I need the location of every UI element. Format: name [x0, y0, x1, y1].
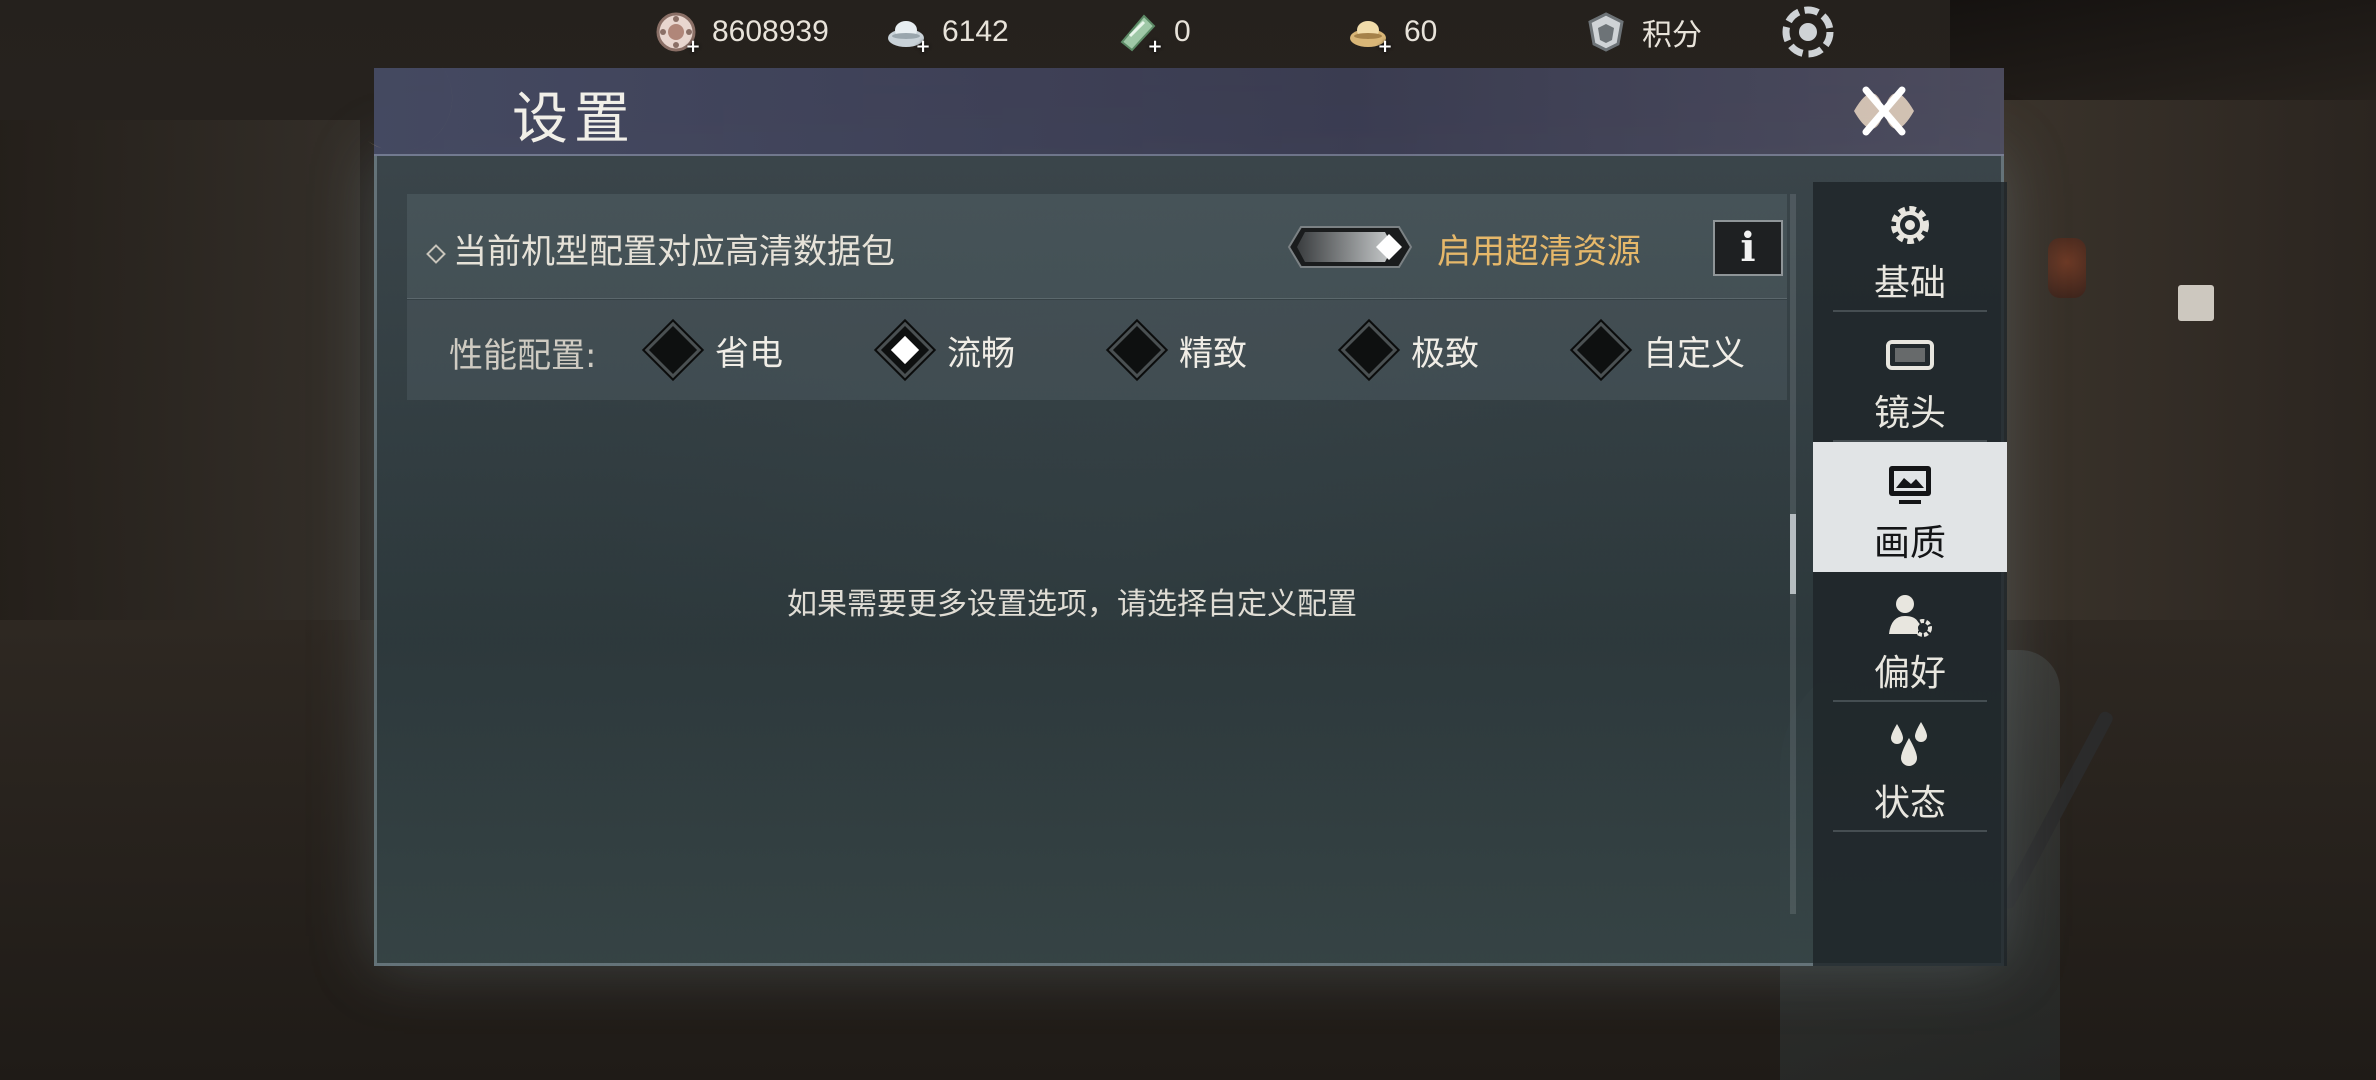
- crescent-moon-icon: [324, 28, 474, 178]
- currency-jade[interactable]: + 0: [1116, 8, 1191, 56]
- currency-gold[interactable]: + 60: [1346, 8, 1437, 56]
- perf-option-label: 精致: [1179, 333, 1247, 374]
- page-title: 设置: [512, 87, 636, 152]
- custom-hint-text: 如果需要更多设置选项，请选择自定义配置: [787, 587, 1357, 622]
- scroll-thumb[interactable]: [1790, 514, 1796, 594]
- panel-header: 设置: [364, 58, 2004, 156]
- hd-package-row: 当前机型配置对应高清数据包 启用超清资源 i: [407, 194, 1787, 299]
- silver-value: 6142: [942, 15, 1009, 48]
- radio-diamond-icon: [1572, 321, 1630, 379]
- bg-sign: [2178, 285, 2214, 321]
- perf-option-label: 极致: [1411, 333, 1479, 374]
- perf-option-custom[interactable]: 自定义: [1572, 320, 1745, 380]
- coin-icon: +: [654, 10, 701, 56]
- tab-basic[interactable]: 基础: [1813, 182, 2007, 312]
- currency-silver[interactable]: + 6142: [884, 8, 1009, 56]
- graphics-settings-content: 当前机型配置对应高清数据包 启用超清资源 i 性能配置: 省电 流畅 精致 极致…: [407, 194, 1787, 954]
- plus-icon: +: [1147, 36, 1163, 57]
- jade-ticket-icon: +: [1116, 10, 1163, 56]
- bg-wall-right: [2000, 100, 2376, 620]
- silver-ingot-icon: +: [884, 10, 931, 56]
- gear-emblem-button[interactable]: [1780, 6, 1836, 58]
- perf-option-power-saving[interactable]: 省电: [644, 320, 783, 380]
- perf-option-label: 省电: [715, 333, 783, 374]
- hd-resource-label: 启用超清资源: [1437, 232, 1641, 272]
- close-button[interactable]: [1814, 66, 1954, 156]
- currency-coins[interactable]: + 8608939: [654, 8, 829, 56]
- bullet-icon: [426, 243, 446, 264]
- gear-icon: [1885, 200, 1935, 250]
- droplets-icon: [1885, 720, 1935, 770]
- settings-panel: 当前机型配置对应高清数据包 启用超清资源 i 性能配置: 省电 流畅 精致 极致…: [364, 58, 2007, 966]
- tab-label: 基础: [1873, 263, 1946, 304]
- monitor-icon: [1885, 460, 1935, 510]
- game-background: + 8608939 + 6142 + 0 + 60 积分 当前机型配置对应高清数…: [0, 0, 2376, 1080]
- tab-status[interactable]: 状态: [1813, 702, 2007, 832]
- gold-value: 60: [1404, 15, 1438, 48]
- tab-label: 镜头: [1873, 393, 1946, 434]
- radio-diamond-icon: [1108, 321, 1166, 379]
- shield-points-icon: [1584, 10, 1628, 54]
- info-button[interactable]: i: [1713, 220, 1783, 276]
- tab-label: 画质: [1873, 523, 1946, 564]
- radio-diamond-icon: [1340, 321, 1398, 379]
- tab-divider: [1833, 830, 1987, 832]
- performance-label: 性能配置:: [449, 336, 597, 376]
- tab-label: 状态: [1873, 783, 1946, 824]
- emblem-icon: [1780, 4, 1836, 60]
- bg-wall-left: [0, 120, 360, 680]
- points-label: 积分: [1642, 19, 1702, 52]
- perf-option-ultimate[interactable]: 极致: [1340, 320, 1479, 380]
- bg-lantern: [2048, 238, 2086, 298]
- close-icon: [1854, 86, 1914, 136]
- tab-graphics[interactable]: 画质: [1813, 442, 2007, 572]
- tab-camera[interactable]: 镜头: [1813, 312, 2007, 442]
- points-button[interactable]: 积分: [1584, 8, 1702, 56]
- jade-value: 0: [1174, 15, 1191, 48]
- perf-option-refined[interactable]: 精致: [1108, 320, 1247, 380]
- gold-ingot-icon: +: [1346, 10, 1393, 56]
- tab-label: 偏好: [1873, 653, 1946, 694]
- panel-body: 当前机型配置对应高清数据包 启用超清资源 i 性能配置: 省电 流畅 精致 极致…: [374, 154, 2007, 966]
- hd-resource-toggle[interactable]: [1287, 224, 1413, 270]
- tab-preferences[interactable]: 偏好: [1813, 572, 2007, 702]
- radio-diamond-selected-icon: [876, 321, 934, 379]
- user-settings-icon: [1885, 590, 1935, 640]
- performance-row: 性能配置: 省电 流畅 精致 极致 自定义: [407, 300, 1787, 400]
- plus-icon: +: [1377, 36, 1393, 57]
- settings-nav: 基础 镜头 画质 偏好 状态: [1813, 182, 2007, 966]
- camera-frame-icon: [1885, 330, 1935, 380]
- perf-option-label: 流畅: [947, 333, 1015, 374]
- perf-option-smooth[interactable]: 流畅: [876, 320, 1015, 380]
- coin-value: 8608939: [712, 15, 829, 48]
- hd-package-text: 当前机型配置对应高清数据包: [453, 232, 895, 272]
- perf-option-label: 自定义: [1643, 333, 1745, 374]
- content-scrollbar[interactable]: [1790, 194, 1796, 914]
- plus-icon: +: [685, 36, 701, 57]
- radio-diamond-icon: [644, 321, 702, 379]
- hd-package-label: 当前机型配置对应高清数据包: [426, 224, 895, 273]
- plus-icon: +: [915, 36, 931, 57]
